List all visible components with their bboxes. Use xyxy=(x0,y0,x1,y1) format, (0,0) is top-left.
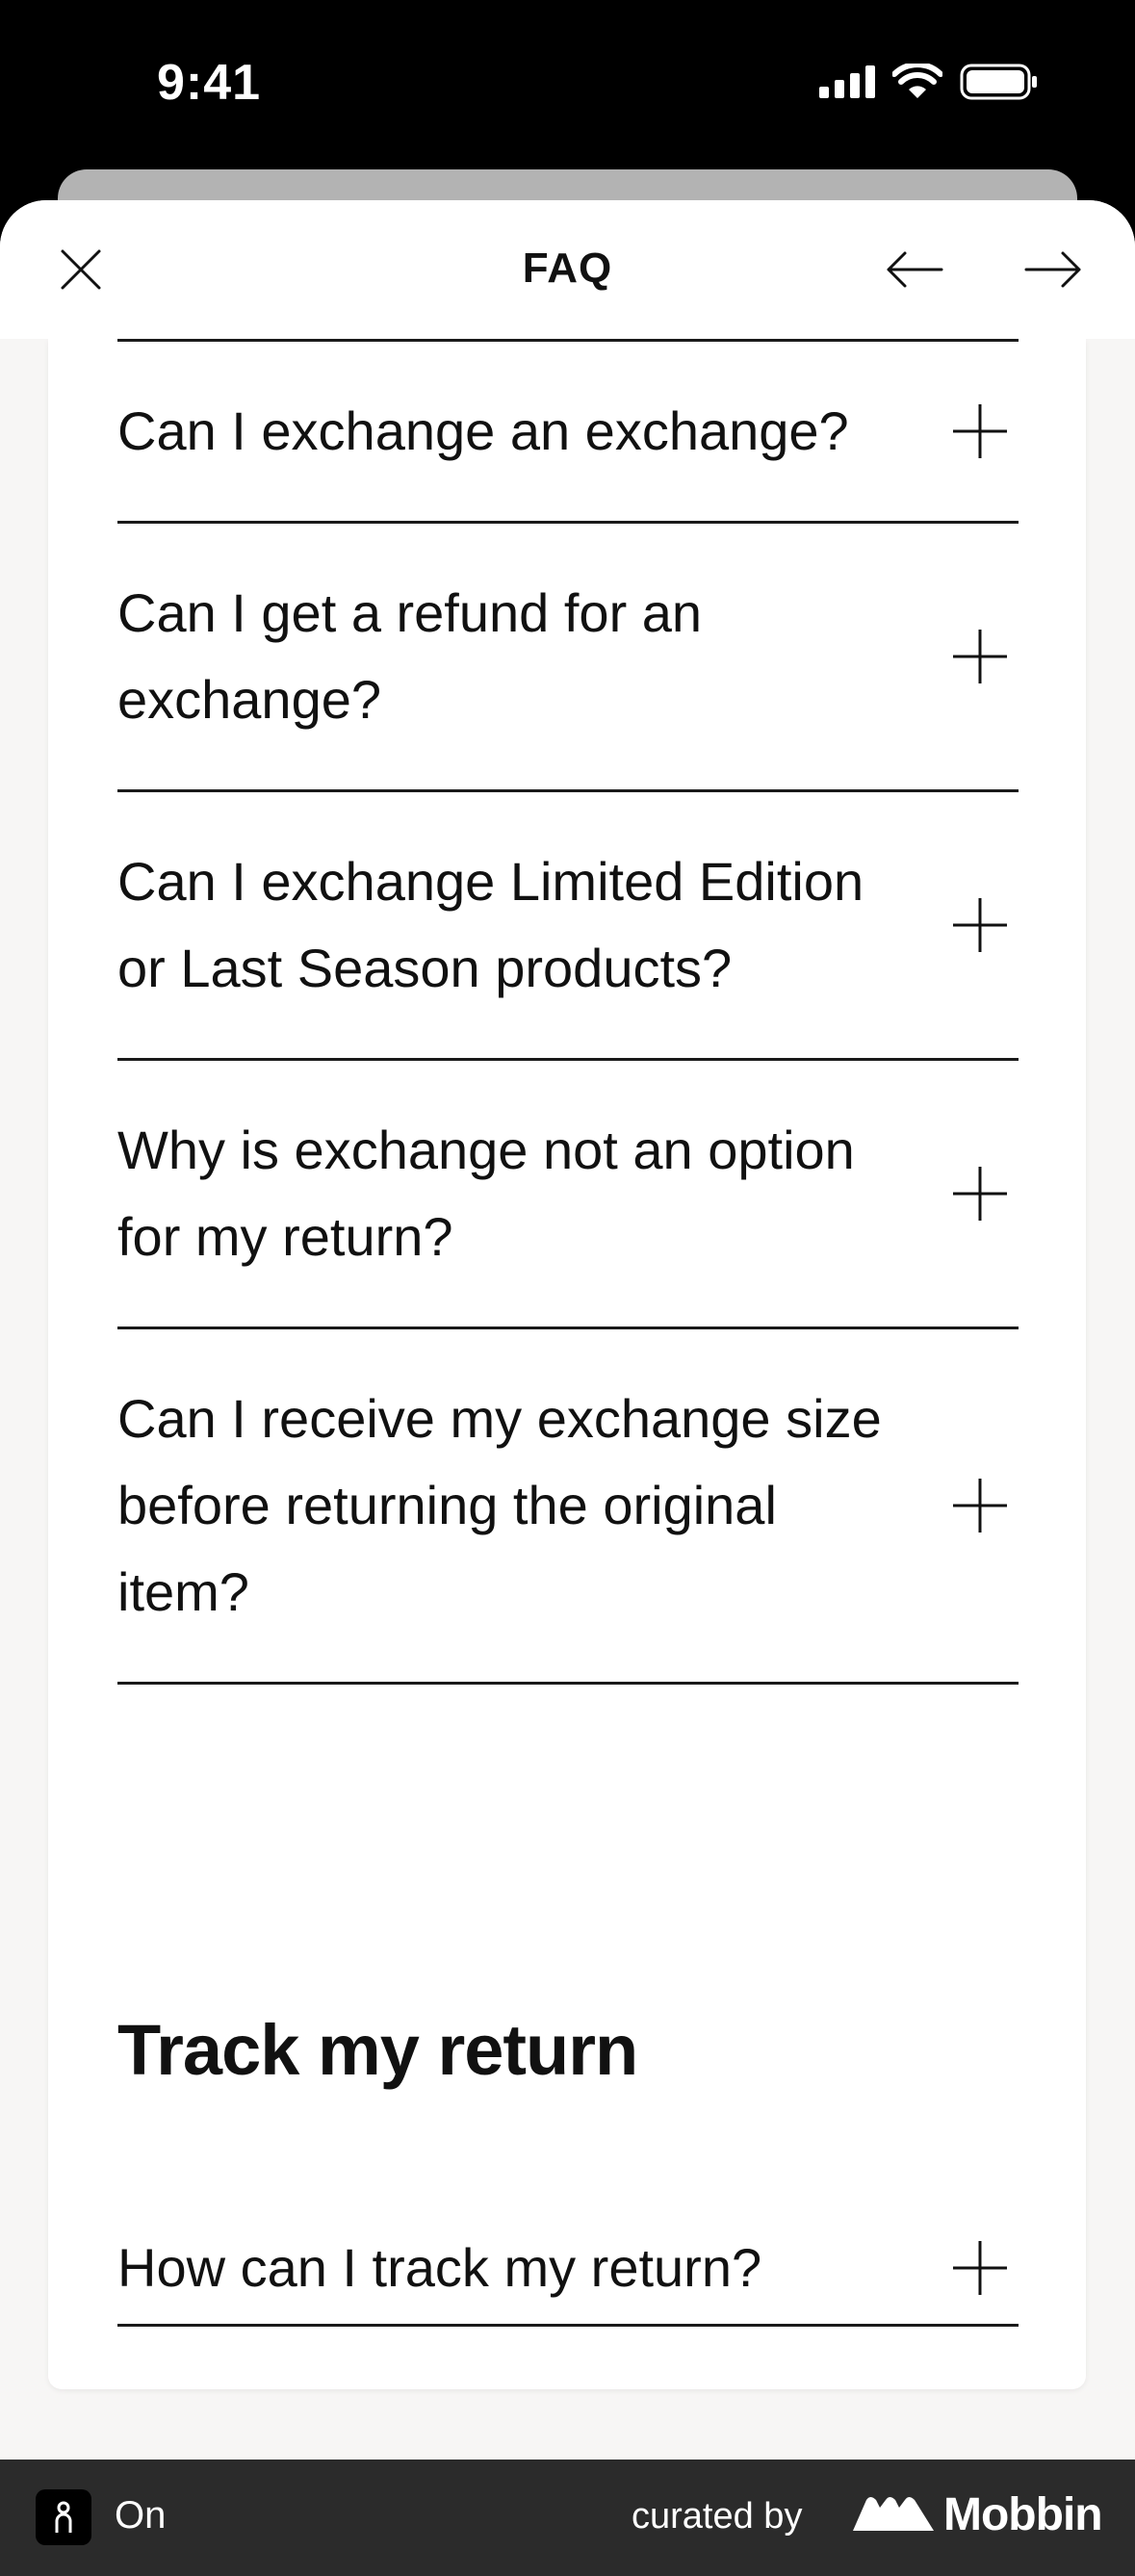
arrow-right-icon xyxy=(1024,251,1081,288)
next-button[interactable] xyxy=(1022,245,1084,295)
faq-list: Can I exchange an exchange? Can I get a … xyxy=(117,339,1019,1685)
faq-sheet: FAQ Can I exchange an exchange? Can I ge… xyxy=(0,200,1135,2460)
previous-button[interactable] xyxy=(884,245,945,295)
faq-item[interactable]: Can I exchange an exchange? xyxy=(117,342,1019,524)
plus-icon xyxy=(953,1167,1007,1221)
faq-item[interactable]: Can I exchange Limited Edition or Last S… xyxy=(117,792,1019,1061)
mobbin-logo-icon xyxy=(853,2497,934,2531)
arrow-left-icon xyxy=(887,251,943,288)
faq-item[interactable]: Can I receive my exchange size before re… xyxy=(117,1329,1019,1685)
app-logo xyxy=(36,2489,91,2545)
faq-question: How can I track my return? xyxy=(117,2236,762,2298)
plus-icon xyxy=(953,630,1007,683)
footer-bar: On curated by Mobbin xyxy=(0,2460,1135,2576)
track-faq-list: How can I track my return? xyxy=(117,2211,1019,2327)
status-time: 9:41 xyxy=(157,55,262,111)
section-title: Track my return xyxy=(117,2010,638,2090)
battery-icon xyxy=(960,64,1037,100)
faq-question: Can I receive my exchange size before re… xyxy=(117,1388,882,1622)
faq-item[interactable]: Can I get a refund for an exchange? xyxy=(117,524,1019,792)
wifi-icon xyxy=(892,64,942,98)
app-name: On xyxy=(115,2494,167,2537)
page-title: FAQ xyxy=(522,245,613,292)
faq-question: Can I get a refund for an exchange? xyxy=(117,582,703,730)
faq-card: Can I exchange an exchange? Can I get a … xyxy=(48,339,1086,2389)
sheet-header: FAQ xyxy=(0,200,1135,339)
faq-question: Can I exchange Limited Edition or Last S… xyxy=(117,851,864,998)
signal-icon xyxy=(819,65,875,98)
faq-item[interactable]: How can I track my return? xyxy=(117,2211,1019,2327)
plus-icon xyxy=(953,404,1007,458)
plus-icon xyxy=(953,2240,1007,2295)
faq-question: Can I exchange an exchange? xyxy=(117,400,849,461)
brand-name: Mobbin xyxy=(943,2489,1103,2540)
status-bar: 9:41 xyxy=(0,0,1135,168)
faq-question: Why is exchange not an option for my ret… xyxy=(117,1120,855,1267)
plus-icon xyxy=(953,1479,1007,1533)
curated-by-label: curated by xyxy=(632,2496,803,2537)
on-logo-icon xyxy=(55,2501,72,2533)
faq-item[interactable]: Why is exchange not an option for my ret… xyxy=(117,1061,1019,1329)
plus-icon xyxy=(953,898,1007,952)
status-icons xyxy=(819,64,1039,100)
